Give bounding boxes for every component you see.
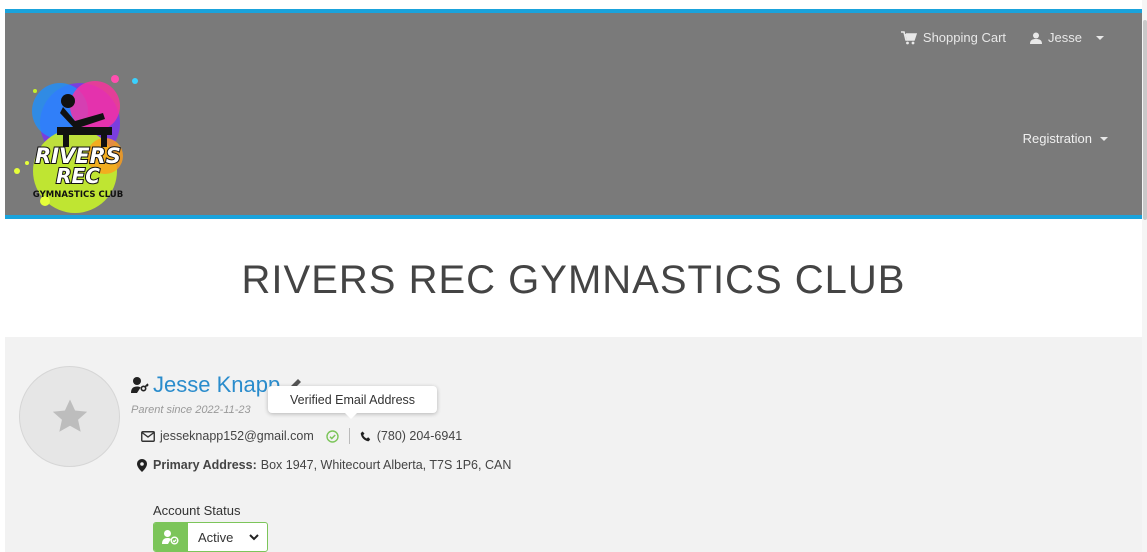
parent-since: Parent since 2022-11-23: [131, 404, 251, 416]
star-icon: [52, 399, 87, 432]
contact-row: jesseknapp152@gmail.com (780) 204-6941: [141, 428, 462, 444]
user-menu-label: Jesse: [1048, 30, 1082, 45]
registration-menu[interactable]: Registration: [1023, 131, 1108, 146]
avatar[interactable]: [19, 366, 120, 467]
shopping-cart-label: Shopping Cart: [922, 30, 1007, 45]
phone-number[interactable]: (780) 204-6941: [377, 429, 462, 443]
status-addon: [154, 523, 188, 551]
top-nav: Shopping Cart Jesse: [900, 30, 1104, 45]
verified-email-tooltip: Verified Email Address: [268, 386, 437, 413]
shopping-cart-icon: [900, 30, 917, 44]
logo-line3: GYMNASTICS CLUB: [33, 190, 123, 200]
profile-panel: Jesse Knapp Parent since 2022-11-23 jess…: [5, 337, 1142, 552]
account-status-label: Account Status: [153, 503, 241, 518]
status-value: Active: [198, 529, 234, 545]
user-check-icon: [162, 530, 179, 545]
tooltip-arrow: [345, 413, 357, 419]
check-circle-icon[interactable]: [326, 429, 339, 443]
scrollbar-thumb[interactable]: [1143, 20, 1147, 220]
shopping-cart-link[interactable]: Shopping Cart: [900, 30, 1007, 45]
page-title: RIVERS REC GYMNASTICS CLUB: [241, 258, 906, 302]
status-dropdown[interactable]: Active: [188, 523, 267, 551]
map-marker-icon: [137, 458, 147, 472]
address-row: Primary Address: Box 1947, Whitecourt Al…: [137, 458, 511, 472]
user-key-icon: [131, 377, 149, 393]
profile-name[interactable]: Jesse Knapp: [153, 372, 280, 398]
registration-label: Registration: [1022, 131, 1092, 146]
site-header: RIVERS REC GYMNASTICS CLUB Shopping Cart…: [5, 9, 1142, 219]
account-status-select[interactable]: Active: [153, 522, 269, 552]
address-value: Box 1947, Whitecourt Alberta, T7S 1P6, C…: [260, 458, 512, 472]
chevron-down-icon: [1096, 35, 1104, 40]
user-icon: [1030, 32, 1043, 44]
chevron-down-icon: [249, 533, 260, 540]
email-link[interactable]: jesseknapp152@gmail.com: [160, 429, 314, 443]
address-label: Primary Address:: [153, 458, 257, 472]
logo-line2: REC: [56, 164, 100, 188]
site-logo[interactable]: RIVERS REC GYMNASTICS CLUB: [5, 61, 155, 221]
phone-icon: [360, 431, 370, 441]
chevron-down-icon: [1100, 136, 1108, 141]
user-menu[interactable]: Jesse: [1030, 30, 1104, 45]
envelope-icon: [141, 430, 155, 442]
divider: [348, 428, 350, 444]
